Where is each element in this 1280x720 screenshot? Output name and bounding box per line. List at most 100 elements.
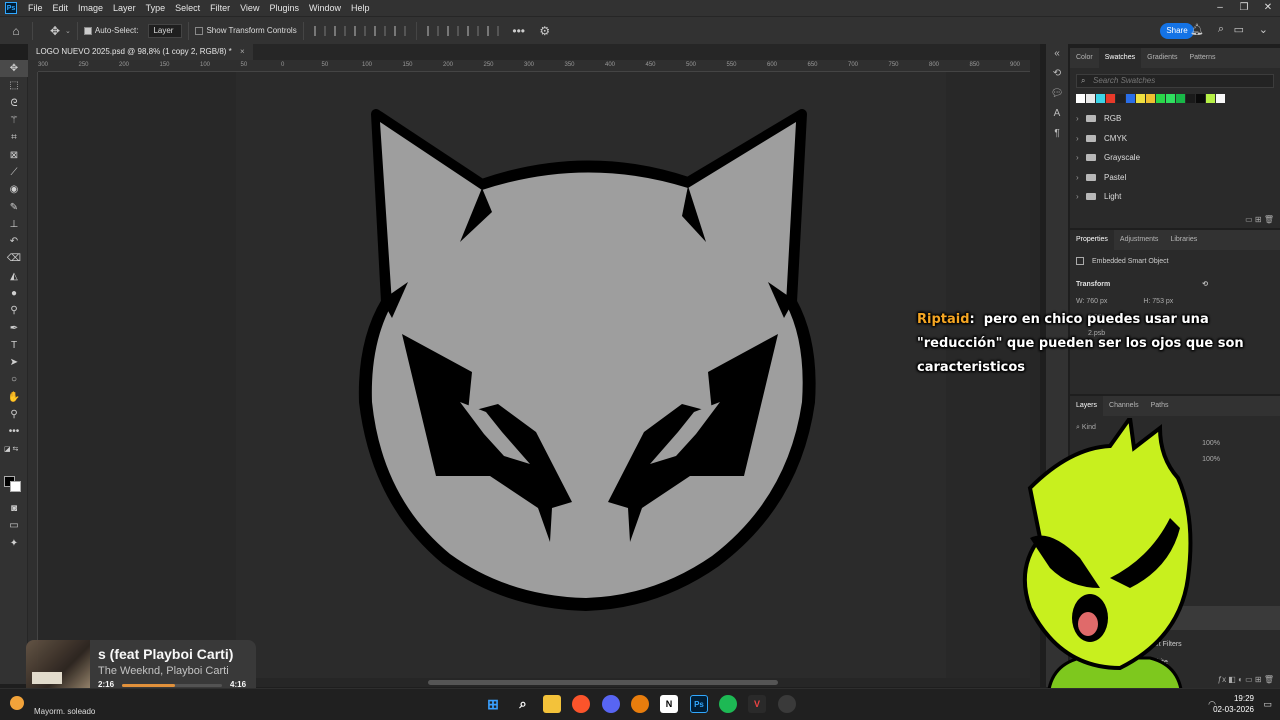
menu-file[interactable]: File bbox=[23, 0, 48, 16]
character-icon[interactable]: A bbox=[1046, 104, 1068, 124]
menu-view[interactable]: View bbox=[235, 0, 264, 16]
tab-properties[interactable]: Properties bbox=[1070, 230, 1114, 250]
settings-gear-icon[interactable]: ⚙ bbox=[535, 21, 555, 41]
bell-icon[interactable]: 🔔︎ bbox=[1190, 23, 1204, 36]
swatch-folder[interactable]: › Pastel bbox=[1070, 168, 1280, 188]
brush-tool-icon[interactable]: ✎ bbox=[0, 198, 28, 215]
magic-wand-tool-icon[interactable]: ⚚ bbox=[0, 112, 28, 129]
menu-help[interactable]: Help bbox=[346, 0, 375, 16]
color-swatch[interactable] bbox=[1156, 94, 1165, 103]
more-tools-icon[interactable]: ••• bbox=[0, 423, 28, 440]
paint-bucket-tool-icon[interactable]: ◭ bbox=[0, 268, 28, 285]
dodge-tool-icon[interactable]: ⚲ bbox=[0, 302, 28, 319]
eyedropper-tool-icon[interactable]: ⟋ bbox=[0, 164, 28, 181]
color-swatch[interactable] bbox=[1096, 94, 1105, 103]
swatch-folder[interactable]: › Grayscale bbox=[1070, 148, 1280, 168]
blender-icon[interactable] bbox=[631, 695, 649, 713]
chevron-right-icon[interactable]: › bbox=[1076, 192, 1086, 201]
discord-icon[interactable] bbox=[602, 695, 620, 713]
tab-patterns[interactable]: Patterns bbox=[1183, 48, 1221, 68]
type-tool-icon[interactable]: T bbox=[0, 337, 28, 354]
collapse-panels-icon[interactable]: « bbox=[1046, 44, 1068, 64]
ellipse-tool-icon[interactable]: ○ bbox=[0, 371, 28, 388]
home-icon[interactable]: ⌂ bbox=[6, 21, 26, 41]
marquee-tool-icon[interactable]: ⬚ bbox=[0, 77, 28, 94]
height-value[interactable]: H: 753 px bbox=[1143, 298, 1173, 305]
swatch-folder[interactable]: › CMYK bbox=[1070, 129, 1280, 149]
align-top-icon[interactable] bbox=[373, 25, 386, 36]
default-colors-icon[interactable]: ◪ ⇆ bbox=[0, 441, 28, 458]
search-icon[interactable]: ⌕ bbox=[1218, 23, 1224, 36]
align-center-icon[interactable] bbox=[333, 25, 346, 36]
generative-icon[interactable]: ✦ bbox=[0, 535, 28, 552]
menu-select[interactable]: Select bbox=[170, 0, 205, 16]
file-explorer-icon[interactable] bbox=[543, 695, 561, 713]
color-swatch[interactable] bbox=[1206, 94, 1215, 103]
auto-select-checkbox[interactable]: Auto-Select: bbox=[83, 26, 138, 35]
obs-icon[interactable] bbox=[778, 695, 796, 713]
document-tab[interactable]: LOGO NUEVO 2025.psd @ 98,8% (1 copy 2, R… bbox=[28, 44, 253, 60]
distribute-spacing-icon[interactable] bbox=[486, 25, 499, 36]
eraser-tool-icon[interactable]: ⌫ bbox=[0, 250, 28, 267]
minimize-icon[interactable]: – bbox=[1208, 0, 1232, 16]
spotify-icon[interactable] bbox=[719, 695, 737, 713]
tab-layers[interactable]: Layers bbox=[1070, 396, 1104, 416]
system-clock[interactable]: 19:29 02-03-2026 bbox=[1213, 693, 1254, 715]
menu-edit[interactable]: Edit bbox=[48, 0, 74, 16]
tab-color[interactable]: Color bbox=[1070, 48, 1099, 68]
search-swatches-input[interactable]: ⌕ Search Swatches bbox=[1076, 74, 1274, 88]
progress-bar[interactable] bbox=[122, 684, 222, 687]
tab-gradients[interactable]: Gradients bbox=[1141, 48, 1183, 68]
restore-icon[interactable]: ❐ bbox=[1232, 0, 1256, 16]
background-color-swatch[interactable] bbox=[10, 481, 21, 492]
history-brush-tool-icon[interactable]: ↶ bbox=[0, 233, 28, 250]
tab-libraries[interactable]: Libraries bbox=[1164, 230, 1203, 250]
menu-filter[interactable]: Filter bbox=[205, 0, 235, 16]
comments-icon[interactable]: 💬︎ bbox=[1046, 84, 1068, 104]
vivaldi-icon[interactable]: V bbox=[748, 695, 766, 713]
cat-logo-artwork[interactable] bbox=[236, 72, 946, 678]
swatch-panel-footer-icons[interactable]: ▭ ⊞ 🗑︎ bbox=[1245, 215, 1274, 224]
tab-close-icon[interactable]: × bbox=[240, 47, 245, 56]
menu-layer[interactable]: Layer bbox=[108, 0, 141, 16]
frame-tool-icon[interactable]: ⊠ bbox=[0, 146, 28, 163]
windows-start-icon[interactable]: ⊞ bbox=[484, 695, 502, 713]
search-icon[interactable]: ⌕ bbox=[514, 695, 532, 713]
chevron-right-icon[interactable]: › bbox=[1076, 173, 1086, 182]
clone-stamp-tool-icon[interactable]: ⊥ bbox=[0, 216, 28, 233]
color-swatch[interactable] bbox=[1126, 94, 1135, 103]
more-options-icon[interactable]: ••• bbox=[509, 21, 529, 41]
menu-image[interactable]: Image bbox=[73, 0, 108, 16]
paragraph-icon[interactable]: ¶ bbox=[1046, 124, 1068, 144]
scrollbar-thumb[interactable] bbox=[428, 680, 778, 685]
width-value[interactable]: W: 760 px bbox=[1076, 298, 1107, 305]
history-icon[interactable]: ⟲ bbox=[1046, 64, 1068, 84]
tab-paths[interactable]: Paths bbox=[1145, 396, 1175, 416]
path-selection-tool-icon[interactable]: ➤ bbox=[0, 354, 28, 371]
color-swatch[interactable] bbox=[1116, 94, 1125, 103]
color-swatch[interactable] bbox=[1086, 94, 1095, 103]
crop-tool-icon[interactable]: ⌗ bbox=[0, 129, 28, 146]
menu-type[interactable]: Type bbox=[141, 0, 171, 16]
share-button[interactable]: Share bbox=[1160, 23, 1194, 39]
show-transform-controls-checkbox[interactable]: Show Transform Controls bbox=[195, 26, 297, 35]
notion-icon[interactable]: N bbox=[660, 695, 678, 713]
chevron-right-icon[interactable]: › bbox=[1076, 114, 1086, 123]
tab-adjustments[interactable]: Adjustments bbox=[1114, 230, 1165, 250]
distribute-right-icon[interactable] bbox=[466, 25, 479, 36]
horizontal-ruler[interactable]: 300 250 200 150 100 50 0 50 100 150 200 250 300 350 40… bbox=[38, 60, 1030, 72]
hand-tool-icon[interactable]: ✋ bbox=[0, 389, 28, 406]
brave-browser-icon[interactable] bbox=[572, 695, 590, 713]
color-swatch[interactable] bbox=[1146, 94, 1155, 103]
color-swatch[interactable] bbox=[1186, 94, 1195, 103]
chevron-down-icon[interactable]: ⌄ bbox=[65, 27, 71, 35]
color-swatch[interactable] bbox=[1106, 94, 1115, 103]
color-swatch[interactable] bbox=[1176, 94, 1185, 103]
layers-footer-icons[interactable]: ƒx ◧ ◐ ▭ ⊞ 🗑︎ bbox=[1218, 675, 1274, 684]
menu-plugins[interactable]: Plugins bbox=[264, 0, 304, 16]
align-left-icon[interactable] bbox=[313, 25, 326, 36]
lasso-tool-icon[interactable]: ᘓ bbox=[0, 95, 28, 112]
distribute-left-icon[interactable] bbox=[426, 25, 439, 36]
chevron-down-icon[interactable]: ⌄ bbox=[1259, 23, 1268, 36]
vertical-ruler[interactable] bbox=[28, 72, 38, 678]
